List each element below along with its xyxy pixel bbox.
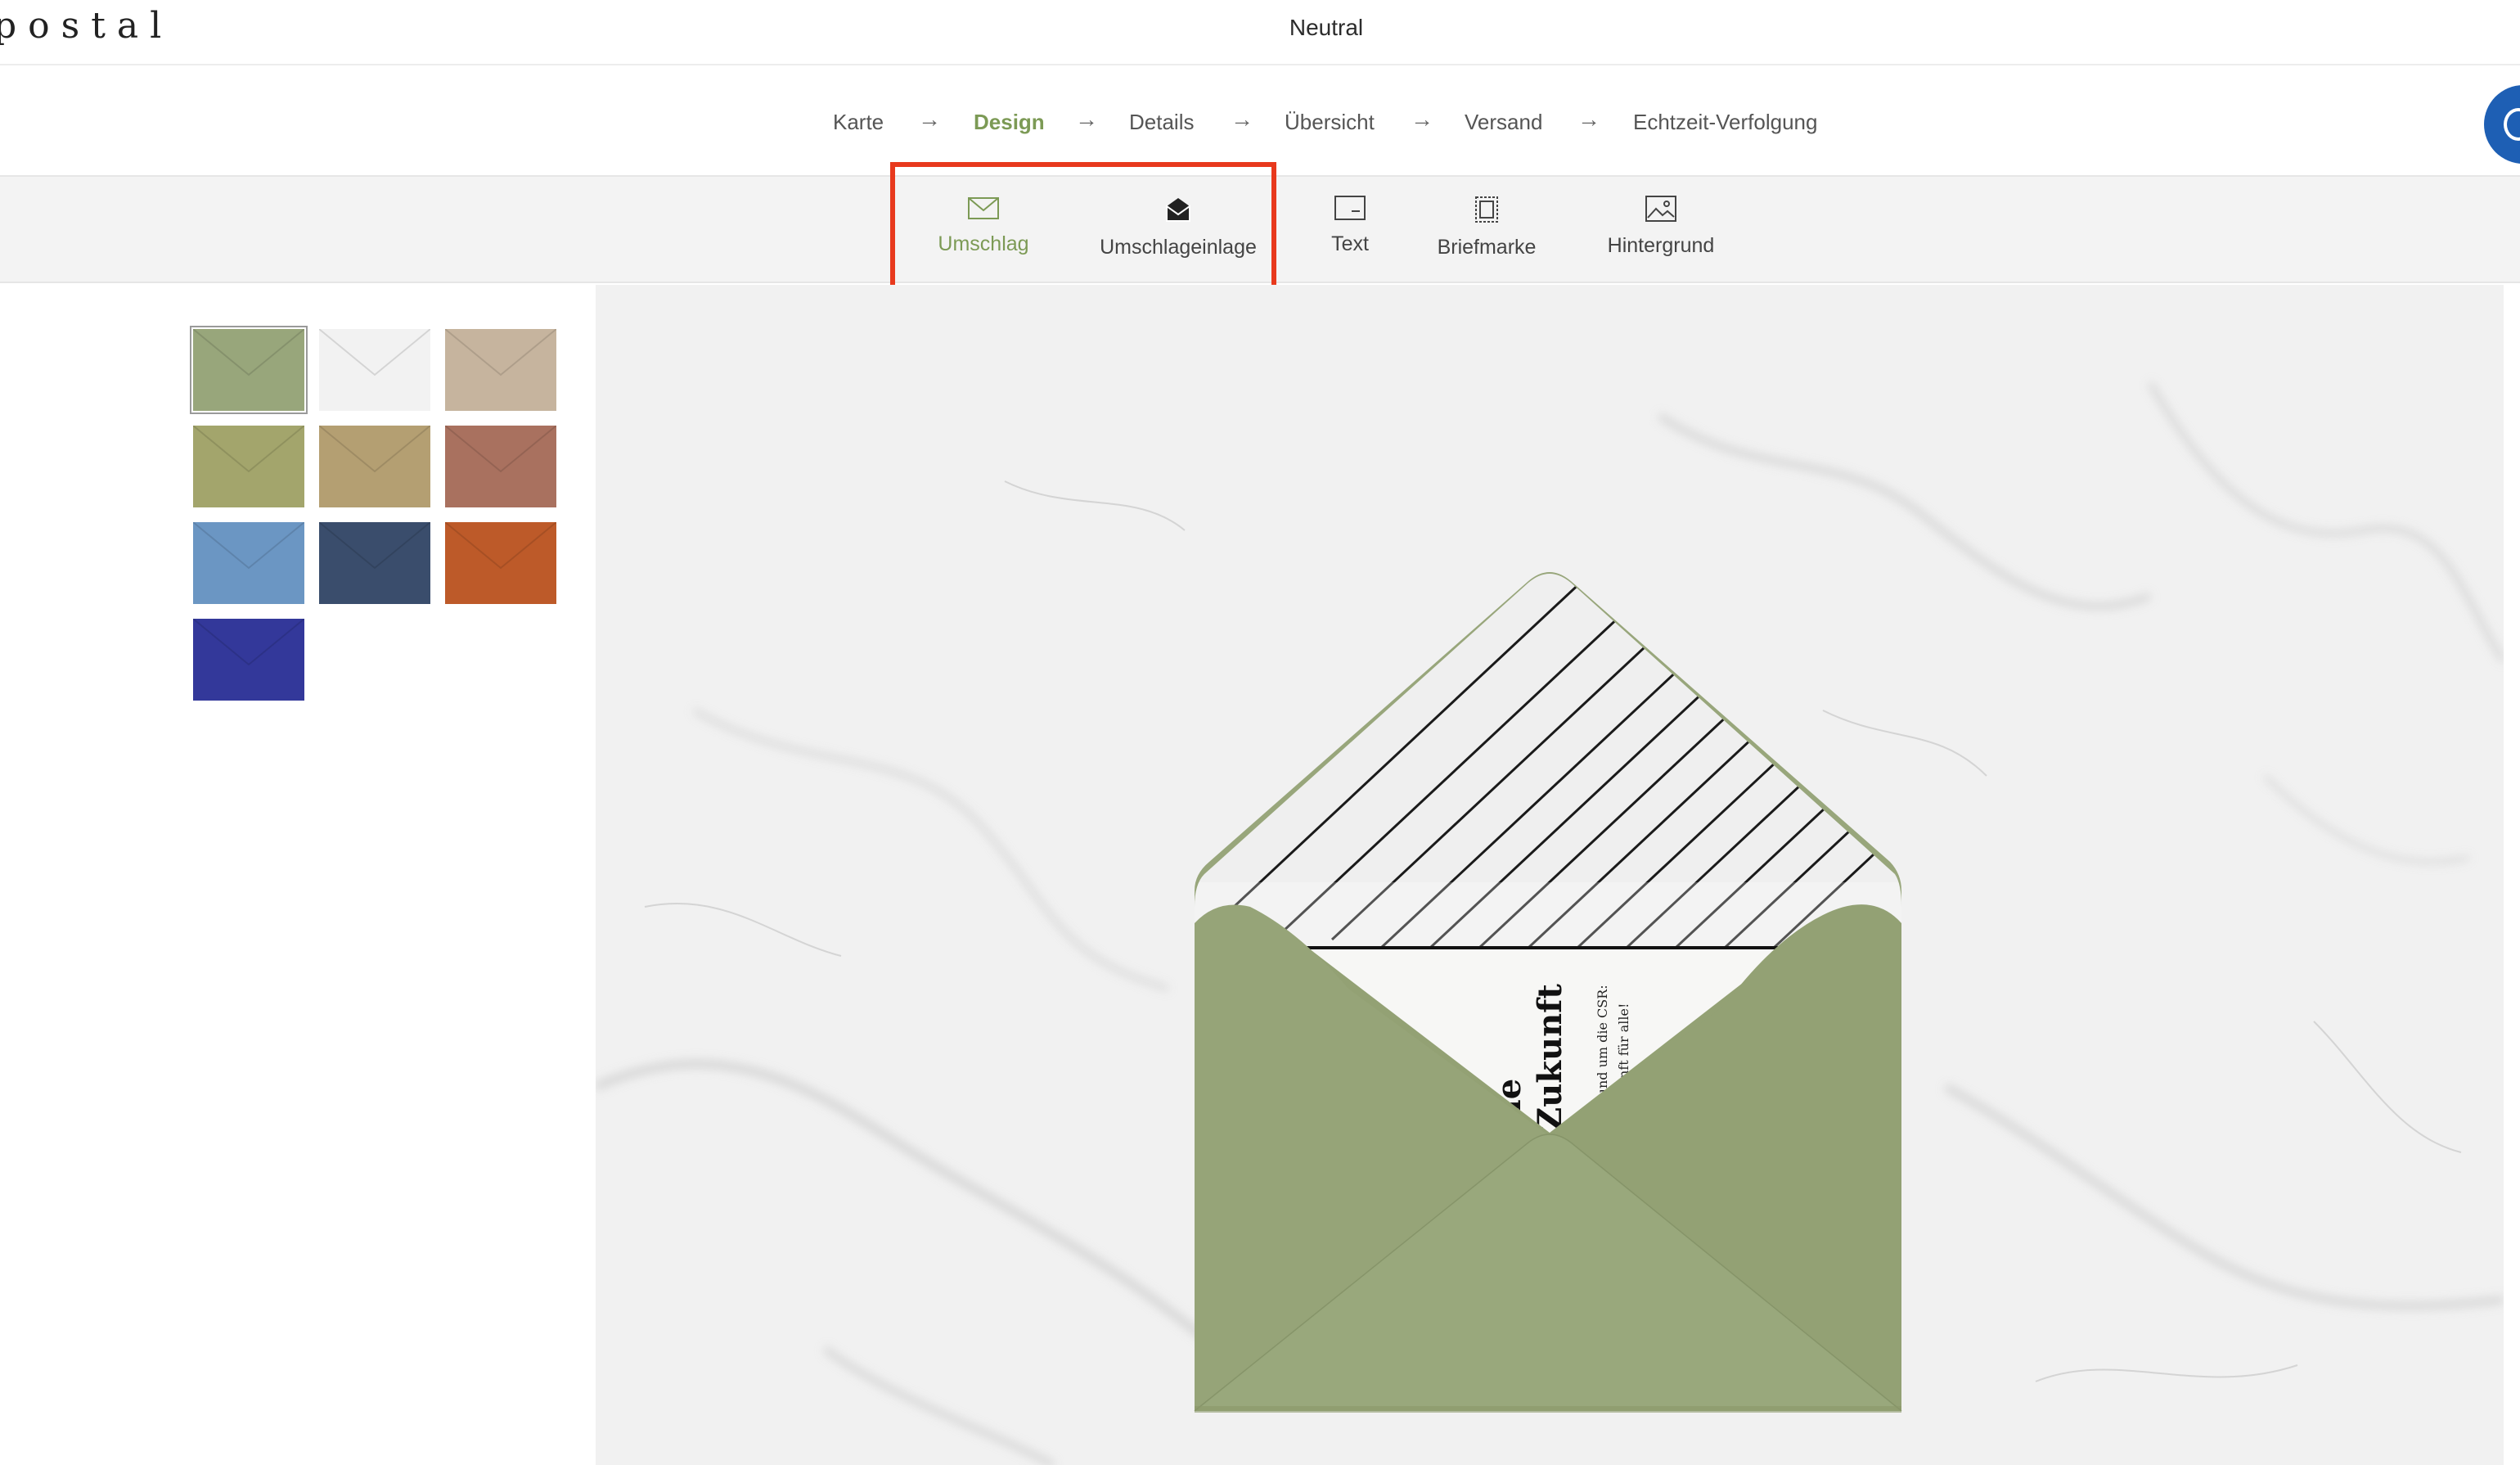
tool-briefmarke[interactable]: Briefmarke bbox=[1433, 195, 1540, 259]
tool-hintergrund[interactable]: Hintergrund bbox=[1604, 195, 1718, 258]
swatch-navy[interactable] bbox=[319, 522, 430, 604]
step-uebersicht[interactable]: Übersicht bbox=[1285, 110, 1375, 135]
step-echtzeit-verfolgung[interactable]: Echtzeit-Verfolgung bbox=[1633, 110, 1817, 135]
envelope-flap-icon bbox=[193, 522, 304, 570]
tool-label: Text bbox=[1331, 232, 1369, 255]
tool-label: Umschlageinlage bbox=[1100, 236, 1257, 259]
swatch-copper-glitter[interactable] bbox=[445, 426, 556, 507]
envelope-flap-icon bbox=[319, 522, 430, 570]
tool-label: Hintergrund bbox=[1607, 234, 1715, 257]
step-karte[interactable]: Karte bbox=[833, 110, 884, 135]
chat-icon bbox=[2504, 108, 2520, 141]
tool-umschlag[interactable]: Umschlag bbox=[933, 195, 1034, 256]
text-card-icon bbox=[1334, 196, 1366, 220]
arrow-right-icon: → bbox=[1231, 106, 1253, 132]
envelope-flap-icon bbox=[193, 426, 304, 473]
tool-text[interactable]: Text bbox=[1317, 195, 1383, 256]
envelope-icon bbox=[968, 197, 999, 219]
top-header: postal Neutral bbox=[0, 0, 2520, 65]
tool-label: Briefmarke bbox=[1437, 236, 1537, 259]
envelope-flap-icon bbox=[445, 329, 556, 376]
help-chat-button[interactable] bbox=[2484, 85, 2520, 164]
step-design[interactable]: Design bbox=[974, 110, 1045, 135]
swatch-olive[interactable] bbox=[193, 426, 304, 507]
arrow-right-icon: → bbox=[1577, 106, 1600, 132]
envelope-preview-canvas: r eine Zukunft rund um die CSR: kunft fü… bbox=[596, 285, 2504, 1465]
design-title: Neutral bbox=[1289, 15, 1364, 40]
stamp-icon bbox=[1475, 196, 1498, 223]
tool-umschlageinlage[interactable]: Umschlageinlage bbox=[1096, 195, 1260, 259]
envelope-flap-icon bbox=[319, 329, 430, 376]
swatch-kraft[interactable] bbox=[445, 329, 556, 411]
marble-background: r eine Zukunft rund um die CSR: kunft fü… bbox=[596, 285, 2504, 1465]
card-text-small-1: rund um die CSR: bbox=[1595, 985, 1610, 1103]
envelope-flap-icon bbox=[445, 426, 556, 473]
checkout-stepper: Karte → Design → Details → Übersicht → V… bbox=[0, 65, 2520, 177]
swatch-royal-blue[interactable] bbox=[193, 619, 304, 701]
arrow-right-icon: → bbox=[1411, 106, 1433, 132]
swatch-rust[interactable] bbox=[445, 522, 556, 604]
envelope-flap-icon bbox=[319, 426, 430, 473]
arrow-right-icon: → bbox=[1075, 106, 1098, 132]
tool-label: Umschlag bbox=[938, 232, 1029, 255]
arrow-right-icon: → bbox=[918, 106, 941, 132]
step-details[interactable]: Details bbox=[1129, 110, 1194, 135]
scrollbar-track[interactable] bbox=[2504, 285, 2520, 1465]
swatch-white[interactable] bbox=[319, 329, 430, 411]
step-versand[interactable]: Versand bbox=[1465, 110, 1542, 135]
card-text-large-2: Zukunft bbox=[1531, 984, 1569, 1131]
image-icon bbox=[1645, 196, 1676, 222]
envelope-flap-icon bbox=[445, 522, 556, 570]
envelope-liner-icon bbox=[1166, 198, 1190, 222]
swatch-gold-glitter[interactable] bbox=[319, 426, 430, 507]
swatch-sage[interactable] bbox=[190, 326, 308, 414]
swatch-light-blue[interactable] bbox=[193, 522, 304, 604]
envelope-flap-icon bbox=[193, 329, 304, 376]
design-toolbar: Umschlag Umschlageinlage Text Briefmarke… bbox=[0, 177, 2520, 283]
envelope-flap-icon bbox=[193, 619, 304, 666]
